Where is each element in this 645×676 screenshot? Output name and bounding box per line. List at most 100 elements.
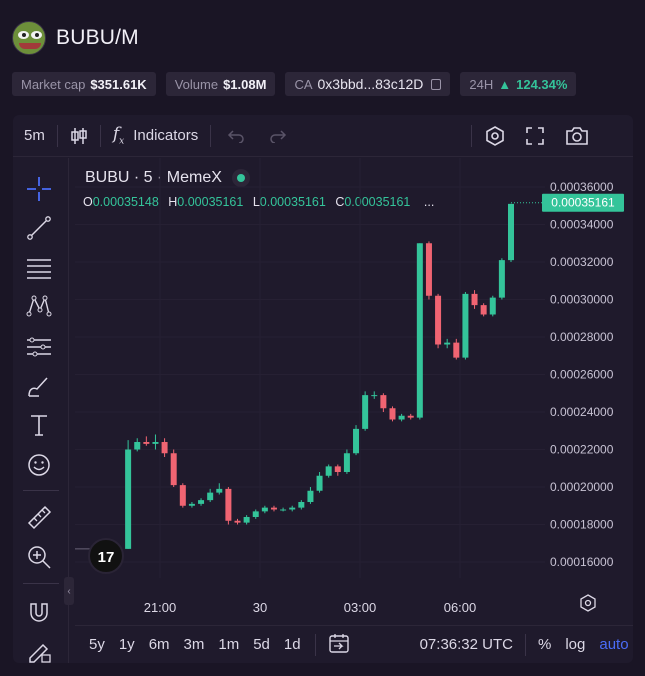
draw-lock-icon[interactable] xyxy=(25,636,53,663)
candle xyxy=(161,442,168,454)
token-title: BUBU/M xyxy=(56,26,139,49)
chart-bottom-bar: 5y 1y 6m 3m 1m 5d 1d 07:36:32 UTC % log … xyxy=(75,625,633,663)
market-cap-value: $351.61K xyxy=(90,76,147,92)
y-tick-label: 0.00024000 xyxy=(550,405,614,419)
candle xyxy=(207,492,214,501)
token-header: BUBU/M xyxy=(12,18,139,58)
contract-label: CA xyxy=(294,76,313,92)
candle xyxy=(216,488,223,493)
candle xyxy=(125,449,132,549)
projection-icon[interactable] xyxy=(25,333,53,361)
candle xyxy=(143,442,150,444)
volume-label: Volume xyxy=(174,76,219,92)
emoji-icon[interactable] xyxy=(25,451,53,479)
interval-selector[interactable]: 5m xyxy=(24,127,45,144)
axis-settings-icon xyxy=(580,594,596,612)
x-tick-label: 06:00 xyxy=(444,600,477,615)
range-5y[interactable]: 5y xyxy=(89,636,105,653)
candle xyxy=(334,466,341,472)
indicators-button[interactable]: fx Indicators xyxy=(113,124,198,146)
x-tick-label: 03:00 xyxy=(344,600,377,615)
copy-icon[interactable] xyxy=(431,78,442,90)
candle xyxy=(508,203,514,261)
candle xyxy=(298,502,305,508)
candle xyxy=(280,509,287,511)
y-tick-label: 0.00032000 xyxy=(550,255,614,269)
y-tick-label: 0.00018000 xyxy=(550,518,614,532)
magnet-icon[interactable] xyxy=(25,598,53,626)
brush-icon[interactable] xyxy=(25,372,53,400)
y-tick-label: 0.00020000 xyxy=(550,480,614,494)
log-toggle[interactable]: log xyxy=(565,636,585,653)
settings-icon[interactable] xyxy=(484,125,506,147)
y-tick-label: 0.00034000 xyxy=(550,218,614,232)
price-chart[interactable]: 0.00036000 0.00034000 0.00032000 0.00030000… xyxy=(75,158,633,618)
range-3m[interactable]: 3m xyxy=(184,636,205,653)
candle xyxy=(398,415,405,420)
candle xyxy=(134,442,141,450)
candle xyxy=(389,408,396,420)
candle xyxy=(325,466,332,476)
candle xyxy=(407,415,414,418)
range-6m[interactable]: 6m xyxy=(149,636,170,653)
redo-icon[interactable] xyxy=(269,129,287,143)
candle xyxy=(261,507,268,512)
pattern-icon[interactable] xyxy=(25,292,53,320)
candle xyxy=(243,517,250,523)
contract-pill[interactable]: CA 0x3bbd...83c12D xyxy=(285,72,451,96)
last-price-label: 0.00035161 xyxy=(551,196,615,210)
y-tick-label: 0.00030000 xyxy=(550,293,614,307)
candle xyxy=(462,293,469,358)
y-tick-label: 0.00016000 xyxy=(550,555,614,569)
candle xyxy=(343,453,350,472)
percent-toggle[interactable]: % xyxy=(538,636,551,653)
volume-value: $1.08M xyxy=(223,76,267,92)
undo-icon[interactable] xyxy=(227,129,245,143)
tradingview-logo-icon: 17 xyxy=(98,549,115,566)
candle xyxy=(353,428,360,454)
screenshot-icon[interactable] xyxy=(565,126,589,146)
trend-line-icon[interactable] xyxy=(25,214,53,242)
auto-toggle[interactable]: auto xyxy=(599,636,628,653)
range-5d[interactable]: 5d xyxy=(253,636,270,653)
text-icon[interactable] xyxy=(25,411,53,439)
x-tick-label: 21:00 xyxy=(144,600,177,615)
stats-bar: Market cap $351.61K Volume $1.08M CA 0x3… xyxy=(12,72,577,96)
range-1m[interactable]: 1m xyxy=(218,636,239,653)
change-value: 124.34% xyxy=(516,76,568,92)
y-tick-label: 0.00028000 xyxy=(550,330,614,344)
candle xyxy=(252,511,259,517)
candle xyxy=(480,305,487,315)
candle xyxy=(425,243,432,296)
candle xyxy=(471,293,478,306)
candle xyxy=(289,507,296,510)
candle xyxy=(198,500,205,504)
candle xyxy=(371,395,378,397)
utc-clock[interactable]: 07:36:32 UTC xyxy=(420,636,513,653)
zoom-in-icon[interactable] xyxy=(25,543,53,571)
range-1d[interactable]: 1d xyxy=(284,636,301,653)
candle xyxy=(444,342,451,345)
candle xyxy=(270,507,277,510)
collapse-toolbar-button[interactable]: ‹ xyxy=(64,577,74,605)
indicators-label: Indicators xyxy=(133,126,199,144)
drawing-toolbar xyxy=(13,158,69,663)
candle xyxy=(316,475,323,491)
candle xyxy=(380,395,387,409)
fullscreen-icon[interactable] xyxy=(525,126,545,146)
y-tick-label: 0.00022000 xyxy=(550,443,614,457)
volume-pill: Volume $1.08M xyxy=(165,72,276,96)
change-up-icon: ▲ xyxy=(498,76,512,92)
fib-retracement-icon[interactable] xyxy=(25,254,53,282)
candle xyxy=(234,520,241,523)
candle xyxy=(489,297,496,315)
candle xyxy=(416,243,423,418)
candle-style-icon[interactable] xyxy=(70,126,88,146)
x-tick-label: 30 xyxy=(253,600,267,615)
crosshair-icon[interactable] xyxy=(25,175,53,203)
date-range-icon[interactable] xyxy=(328,632,350,658)
ruler-icon[interactable] xyxy=(25,503,53,531)
range-1y[interactable]: 1y xyxy=(119,636,135,653)
y-tick-label: 0.00036000 xyxy=(550,180,614,194)
candle xyxy=(362,395,369,429)
